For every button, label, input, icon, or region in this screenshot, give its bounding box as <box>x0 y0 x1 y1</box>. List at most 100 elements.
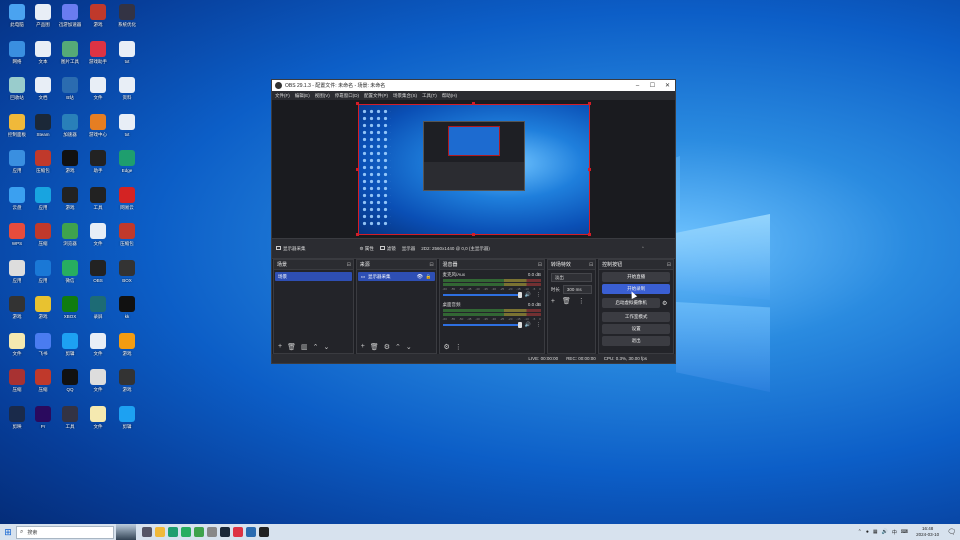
properties-button[interactable]: ⚙ 属性 <box>360 246 374 252</box>
dock-settings-icon[interactable]: ⊟ <box>589 262 593 268</box>
more-icon[interactable]: ⋮ <box>536 322 541 328</box>
volume-icon[interactable]: 🔊 <box>882 529 888 535</box>
desktop-icon[interactable]: 文档 <box>28 77 58 100</box>
dock-settings-icon[interactable]: ⊟ <box>429 262 433 268</box>
speaker-icon[interactable]: 🔊 <box>525 322 531 328</box>
up-icon[interactable]: ⌃ <box>395 343 401 351</box>
search-highlight-image[interactable] <box>116 524 136 540</box>
resize-handle[interactable] <box>472 233 475 236</box>
lock-icon[interactable]: 🔒 <box>426 274 432 280</box>
filter-icon[interactable]: ▥ <box>301 343 308 351</box>
volume-slider[interactable] <box>442 322 522 328</box>
desktop-icon[interactable]: 剪辑 <box>55 332 85 356</box>
volume-slider[interactable] <box>442 292 522 298</box>
desktop-icon[interactable]: 游戏助手 <box>83 40 113 64</box>
filters-button[interactable]: 滤镜 <box>379 246 396 252</box>
dock-settings-icon[interactable]: ⊟ <box>667 262 671 268</box>
desktop-icon[interactable]: 文件 <box>83 77 113 100</box>
desktop-icon[interactable]: 游戏 <box>55 150 85 173</box>
more-icon[interactable]: ⋮ <box>455 343 462 351</box>
desktop-icon[interactable]: txt <box>112 113 142 137</box>
desktop-icon[interactable]: 游戏 <box>112 369 142 392</box>
desktop-icon[interactable]: Pr <box>28 405 58 429</box>
app-icon[interactable] <box>233 527 243 537</box>
taskbar-search[interactable]: ⌕ 搜索 <box>16 525 114 539</box>
desktop-icon[interactable]: 网易云 <box>112 186 142 210</box>
desktop-icon[interactable]: 工具 <box>55 405 85 429</box>
obs-titlebar[interactable]: OBS 29.1.3 - 配置文件: 未命名 - 场景: 未命名 – ☐ ✕ <box>272 80 675 91</box>
edge-icon[interactable] <box>168 527 178 537</box>
more-icon[interactable]: ⋮ <box>536 292 541 298</box>
menu-item[interactable]: 帮助(H) <box>442 93 457 99</box>
speaker-icon[interactable]: 🔊 <box>525 292 531 298</box>
menu-item[interactable]: 视图(V) <box>315 93 330 99</box>
desktop-icon[interactable]: 微信 <box>55 259 85 283</box>
preview-source-display-capture[interactable] <box>358 104 590 235</box>
resize-handle[interactable] <box>356 102 359 105</box>
add-icon[interactable]: + <box>551 298 555 305</box>
desktop-icon[interactable]: 加速器 <box>55 113 85 137</box>
app-icon[interactable] <box>246 527 256 537</box>
add-icon[interactable]: + <box>278 343 282 350</box>
desktop-icon[interactable]: 文件 <box>83 369 113 392</box>
gear-icon[interactable]: ⚙ <box>662 300 670 307</box>
desktop-icon[interactable]: kk <box>112 296 142 319</box>
desktop-icon[interactable]: 游戏 <box>83 4 113 27</box>
desktop-icon[interactable]: 文件 <box>83 405 113 429</box>
scene-item[interactable]: 场景 <box>275 272 352 281</box>
clock[interactable]: 16:48 2024-03-10 <box>916 526 939 538</box>
maximize-icon[interactable]: ☐ <box>645 82 660 89</box>
desktop-icon[interactable]: 产品图 <box>28 4 58 27</box>
desktop-icon[interactable]: B站 <box>55 77 85 100</box>
desktop-icon[interactable]: 剪辑 <box>112 405 142 429</box>
desktop-icon[interactable]: 浏览器 <box>55 223 85 246</box>
app-icon[interactable] <box>207 527 217 537</box>
desktop-icon[interactable]: 迅游加速器 <box>55 4 85 27</box>
desktop-icon[interactable]: 游戏 <box>28 296 58 319</box>
desktop-icon[interactable]: 录屏 <box>83 296 113 319</box>
menu-item[interactable]: 停靠窗口(D) <box>335 93 359 99</box>
desktop-icon[interactable]: 文件 <box>83 332 113 356</box>
chevron-down-icon[interactable]: ⌃ <box>641 246 653 252</box>
menu-item[interactable]: 工具(T) <box>422 93 437 99</box>
dock-settings-icon[interactable]: ⊟ <box>347 262 351 268</box>
desktop-icon[interactable]: Edge <box>112 150 142 173</box>
desktop-icon[interactable]: XBOX <box>55 296 85 319</box>
minimize-icon[interactable]: – <box>630 83 645 89</box>
start-virtual-camera-button[interactable]: 启动虚拟摄像机 <box>602 298 660 308</box>
desktop-icon[interactable]: 应用 <box>28 259 58 283</box>
desktop-icon[interactable]: 压缩 <box>28 223 58 246</box>
menu-item[interactable]: 编辑(E) <box>295 93 310 99</box>
up-icon[interactable]: ⌃ <box>313 343 319 351</box>
display-select[interactable]: 2D2: 2560x1440 @ 0,0 (主显示器) <box>421 246 490 252</box>
start-streaming-button[interactable]: 开始直播 <box>602 272 670 282</box>
trash-icon[interactable]: 🗑 <box>370 343 379 351</box>
resize-handle[interactable] <box>472 102 475 105</box>
desktop-icon[interactable]: 应用 <box>28 186 58 210</box>
start-recording-button[interactable]: 开始录制 <box>602 284 670 294</box>
desktop-icon[interactable]: 图片工具 <box>55 40 85 64</box>
task-view-icon[interactable] <box>142 527 152 537</box>
gear-icon[interactable]: ⚙ <box>444 343 450 351</box>
desktop-icon[interactable]: Steam <box>28 113 58 137</box>
resize-handle[interactable] <box>588 168 591 171</box>
desktop-icon[interactable]: 文件 <box>83 223 113 246</box>
resize-handle[interactable] <box>588 233 591 236</box>
desktop-icon[interactable]: 游戏中心 <box>83 113 113 137</box>
wechat-icon[interactable] <box>181 527 191 537</box>
desktop-icon[interactable]: 工具 <box>83 186 113 210</box>
desktop-icon[interactable]: 游戏 <box>55 186 85 210</box>
visibility-eye-icon[interactable]: 👁 <box>417 274 423 280</box>
menu-item[interactable]: 文件(F) <box>275 93 290 99</box>
network-icon[interactable]: ▦ <box>873 529 878 535</box>
menu-item[interactable]: 配置文件(P) <box>364 93 388 99</box>
preview-area[interactable] <box>272 100 675 238</box>
desktop-icon[interactable]: txt <box>112 40 142 64</box>
desktop-icon[interactable]: OBS <box>83 259 113 283</box>
down-icon[interactable]: ⌄ <box>323 343 329 351</box>
resize-handle[interactable] <box>356 168 359 171</box>
down-icon[interactable]: ⌄ <box>406 343 412 351</box>
transition-select[interactable]: 淡出 <box>550 273 593 282</box>
desktop-icon[interactable]: 飞书 <box>28 332 58 356</box>
trash-icon[interactable]: 🗑 <box>562 297 571 305</box>
